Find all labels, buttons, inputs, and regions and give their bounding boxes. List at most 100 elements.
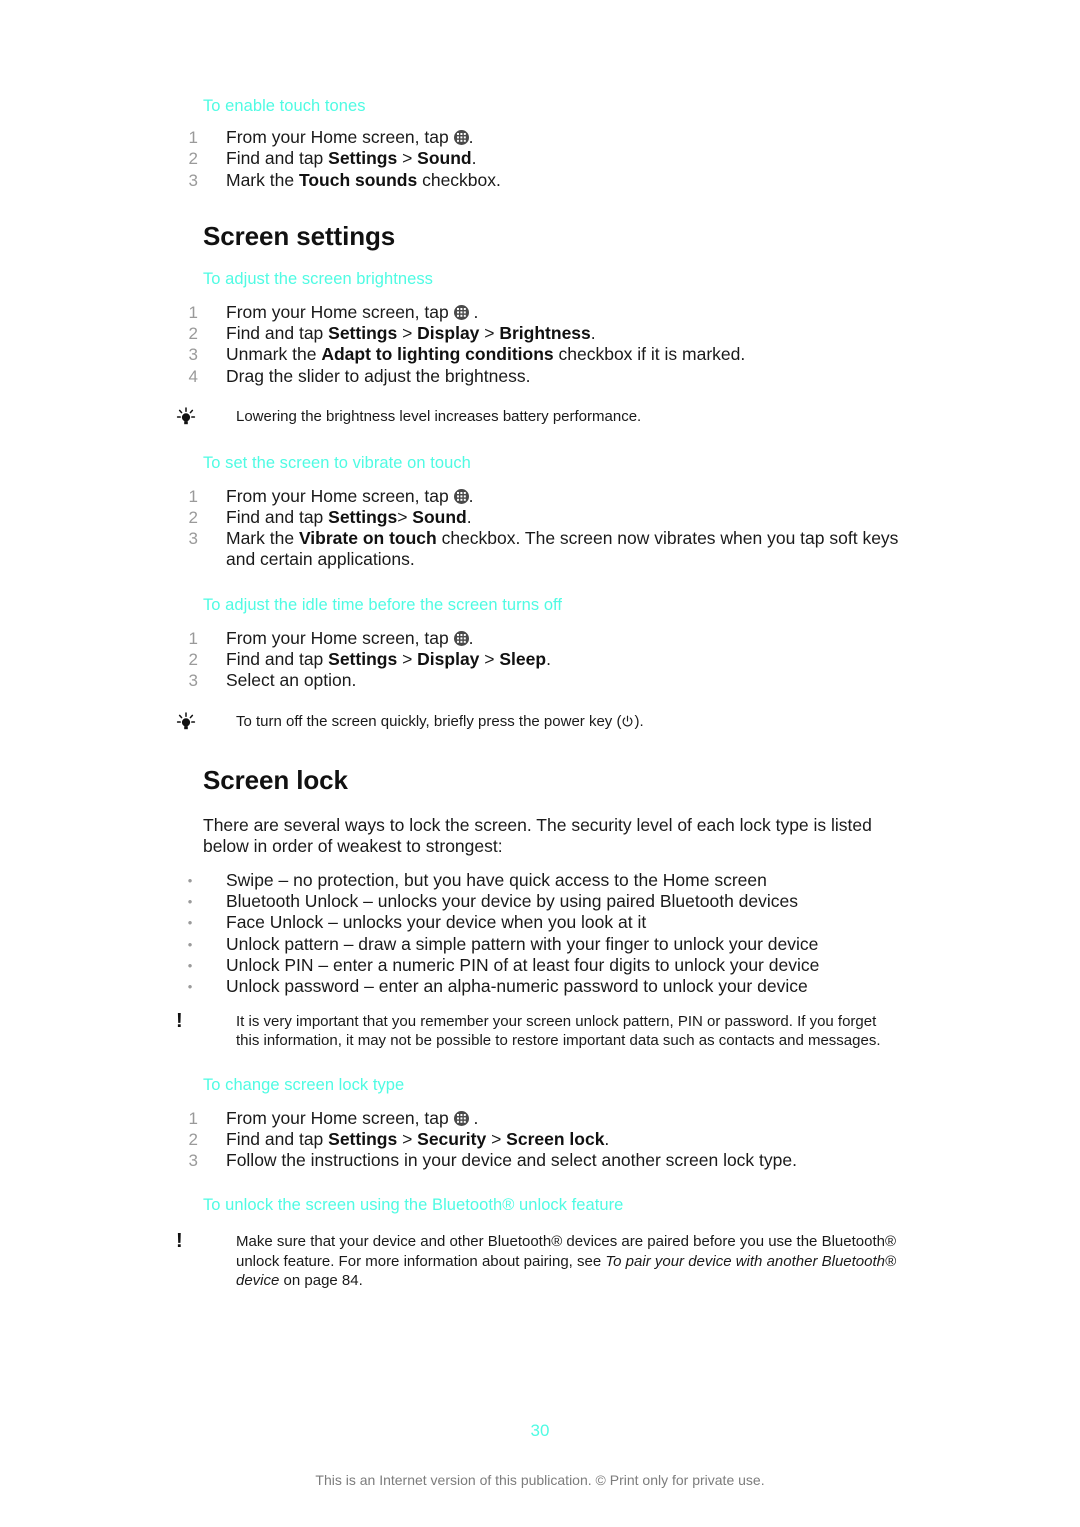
- page-number: 30: [530, 1421, 550, 1440]
- ui-path-brightness: Brightness: [499, 323, 591, 344]
- ui-label-vibrate-on-touch: Vibrate on touch: [298, 528, 437, 549]
- step-text-tail: .: [468, 301, 479, 322]
- step-item: 2 Find and tap Settings > Display > Slee…: [189, 649, 903, 670]
- step-item: 2 Find and tap Settings > Security > Scr…: [189, 1128, 903, 1150]
- step-text: From your Home screen, tap: [226, 1107, 454, 1128]
- tip-note-brightness: Lowering the brightness level increases …: [176, 407, 903, 427]
- section-title-screen-settings: Screen settings: [203, 220, 396, 251]
- app-drawer-icon: [453, 1110, 469, 1126]
- step-text: From your Home screen, tap: [226, 627, 454, 648]
- tip-text-post: ).: [634, 712, 644, 730]
- bullet-icon: •: [187, 894, 193, 910]
- step-text: From your Home screen, tap: [226, 301, 454, 322]
- step-item: 1 From your Home screen, tap .: [189, 627, 903, 649]
- warning-text: It is very important that you remember y…: [236, 1012, 881, 1050]
- heading-to-enable-touch-tones: To enable touch tones: [203, 97, 366, 115]
- exclamation-icon: !: [176, 1009, 183, 1032]
- screen-lock-intro: There are several ways to lock the scree…: [203, 815, 872, 857]
- lock-type-text: Face Unlock – unlocks your device when y…: [226, 912, 647, 933]
- step-number: 2: [188, 1129, 198, 1149]
- exclamation-icon: !: [176, 1230, 183, 1253]
- step-text: Unmark the: [226, 344, 322, 365]
- heading-to-adjust-idle-time: To adjust the idle time before the scree…: [203, 595, 563, 614]
- warning-note-remember-unlock: ! It is very important that you remember…: [176, 1011, 903, 1051]
- step-text: Mark the: [226, 528, 299, 549]
- step-number: 3: [188, 345, 198, 365]
- step-number: 1: [188, 1108, 198, 1128]
- step-text: From your Home screen, tap: [226, 127, 454, 147]
- tip-note-power-key: To turn off the screen quickly, briefly …: [176, 711, 903, 732]
- ui-path-sleep: Sleep: [499, 649, 547, 670]
- bullet-icon: •: [187, 936, 193, 952]
- step-text-tail: checkbox.: [417, 169, 501, 190]
- step-item: 3 Follow the instructions in your device…: [189, 1150, 903, 1171]
- path-separator: >: [479, 649, 500, 670]
- step-number: 3: [188, 170, 198, 190]
- steps-vibrate: 1 From your Home screen, tap . 2 Find an…: [189, 485, 903, 571]
- step-number: 3: [188, 671, 198, 691]
- list-item: • Bluetooth Unlock – unlocks your device…: [188, 891, 903, 912]
- ui-path-sound: Sound: [417, 148, 472, 169]
- ui-path-settings: Settings: [328, 148, 398, 169]
- lock-type-text: Unlock password – enter an alpha-numeric…: [226, 976, 808, 997]
- step-text: Drag the slider to adjust the brightness…: [226, 365, 531, 386]
- step-number: 2: [188, 507, 198, 527]
- step-text-tail: .: [468, 627, 474, 648]
- ui-path-screen-lock: Screen lock: [506, 1128, 605, 1149]
- path-separator: >: [397, 1128, 418, 1149]
- step-item: 3 Unmark the Adapt to lighting condition…: [189, 344, 903, 365]
- step-text-tail: .: [468, 1107, 479, 1128]
- step-item: 2 Find and tap Settings> Sound.: [189, 506, 903, 528]
- heading-to-adjust-screen-brightness: To adjust the screen brightness: [203, 269, 433, 288]
- bullet-icon: •: [187, 915, 193, 931]
- lightbulb-icon: [173, 711, 199, 732]
- step-item: 1 From your Home screen, tap .: [189, 1107, 903, 1129]
- step-item: 3 Select an option.: [189, 670, 903, 691]
- heading-to-set-screen-vibrate-on-touch: To set the screen to vibrate on touch: [203, 453, 471, 472]
- step-item: 1 From your Home screen, tap .: [189, 485, 903, 507]
- path-separator: >: [397, 506, 413, 527]
- step-number: 2: [188, 650, 198, 670]
- bullet-icon: •: [187, 957, 193, 973]
- step-item: 1 From your Home screen, tap .: [189, 301, 903, 323]
- warning-note-bluetooth-pairing: ! Make sure that your device and other B…: [176, 1231, 903, 1291]
- lock-type-text: Swipe – no protection, but you have quic…: [226, 869, 767, 890]
- step-text-tail: .: [604, 1128, 610, 1149]
- ui-path-display: Display: [417, 323, 480, 344]
- step-item: 2 Find and tap Settings > Display > Brig…: [189, 323, 903, 344]
- lock-type-text: Unlock pattern – draw a simple pattern w…: [226, 933, 819, 954]
- heading-to-unlock-with-bluetooth: To unlock the screen using the Bluetooth…: [203, 1196, 624, 1215]
- app-drawer-icon: [453, 488, 469, 504]
- document-page: To enable touch tones 1 From your Home s…: [0, 0, 1080, 1527]
- power-key-icon: [623, 715, 633, 727]
- heading-to-change-screen-lock-type: To change screen lock type: [203, 1075, 405, 1094]
- step-item: 4 Drag the slider to adjust the brightne…: [189, 365, 903, 387]
- tip-text: Lowering the brightness level increases …: [236, 408, 642, 426]
- app-drawer-icon: [453, 630, 469, 646]
- path-separator: >: [397, 148, 418, 169]
- step-text-tail: .: [466, 506, 472, 527]
- step-text: Find and tap: [226, 649, 329, 670]
- steps-brightness: 1 From your Home screen, tap . 2 Find an…: [189, 301, 903, 387]
- step-text-tail: .: [546, 649, 551, 670]
- ui-path-settings: Settings: [328, 1128, 398, 1149]
- path-separator: >: [397, 323, 418, 344]
- footer-copyright: This is an Internet version of this publ…: [315, 1472, 765, 1488]
- steps-idle-time: 1 From your Home screen, tap . 2 Find an…: [189, 627, 903, 692]
- lock-type-list: • Swipe – no protection, but you have qu…: [188, 869, 903, 998]
- step-number: 1: [188, 128, 198, 147]
- bullet-icon: •: [187, 979, 193, 995]
- ui-path-security: Security: [417, 1128, 487, 1149]
- step-text-tail: checkbox if it is marked.: [553, 344, 746, 365]
- step-number: 3: [188, 529, 198, 549]
- step-text-tail: .: [468, 485, 474, 506]
- step-text: Find and tap: [226, 148, 329, 169]
- list-item: • Swipe – no protection, but you have qu…: [188, 869, 903, 891]
- ui-label-touch-sounds: Touch sounds: [298, 169, 418, 190]
- app-drawer-icon: [453, 304, 469, 320]
- step-text: Follow the instructions in your device a…: [226, 1150, 797, 1171]
- list-item: • Unlock PIN – enter a numeric PIN of at…: [188, 955, 903, 976]
- step-item: 1 From your Home screen, tap .: [189, 127, 903, 148]
- step-item: 2 Find and tap Settings > Sound.: [189, 148, 903, 169]
- ui-path-settings: Settings: [328, 506, 398, 527]
